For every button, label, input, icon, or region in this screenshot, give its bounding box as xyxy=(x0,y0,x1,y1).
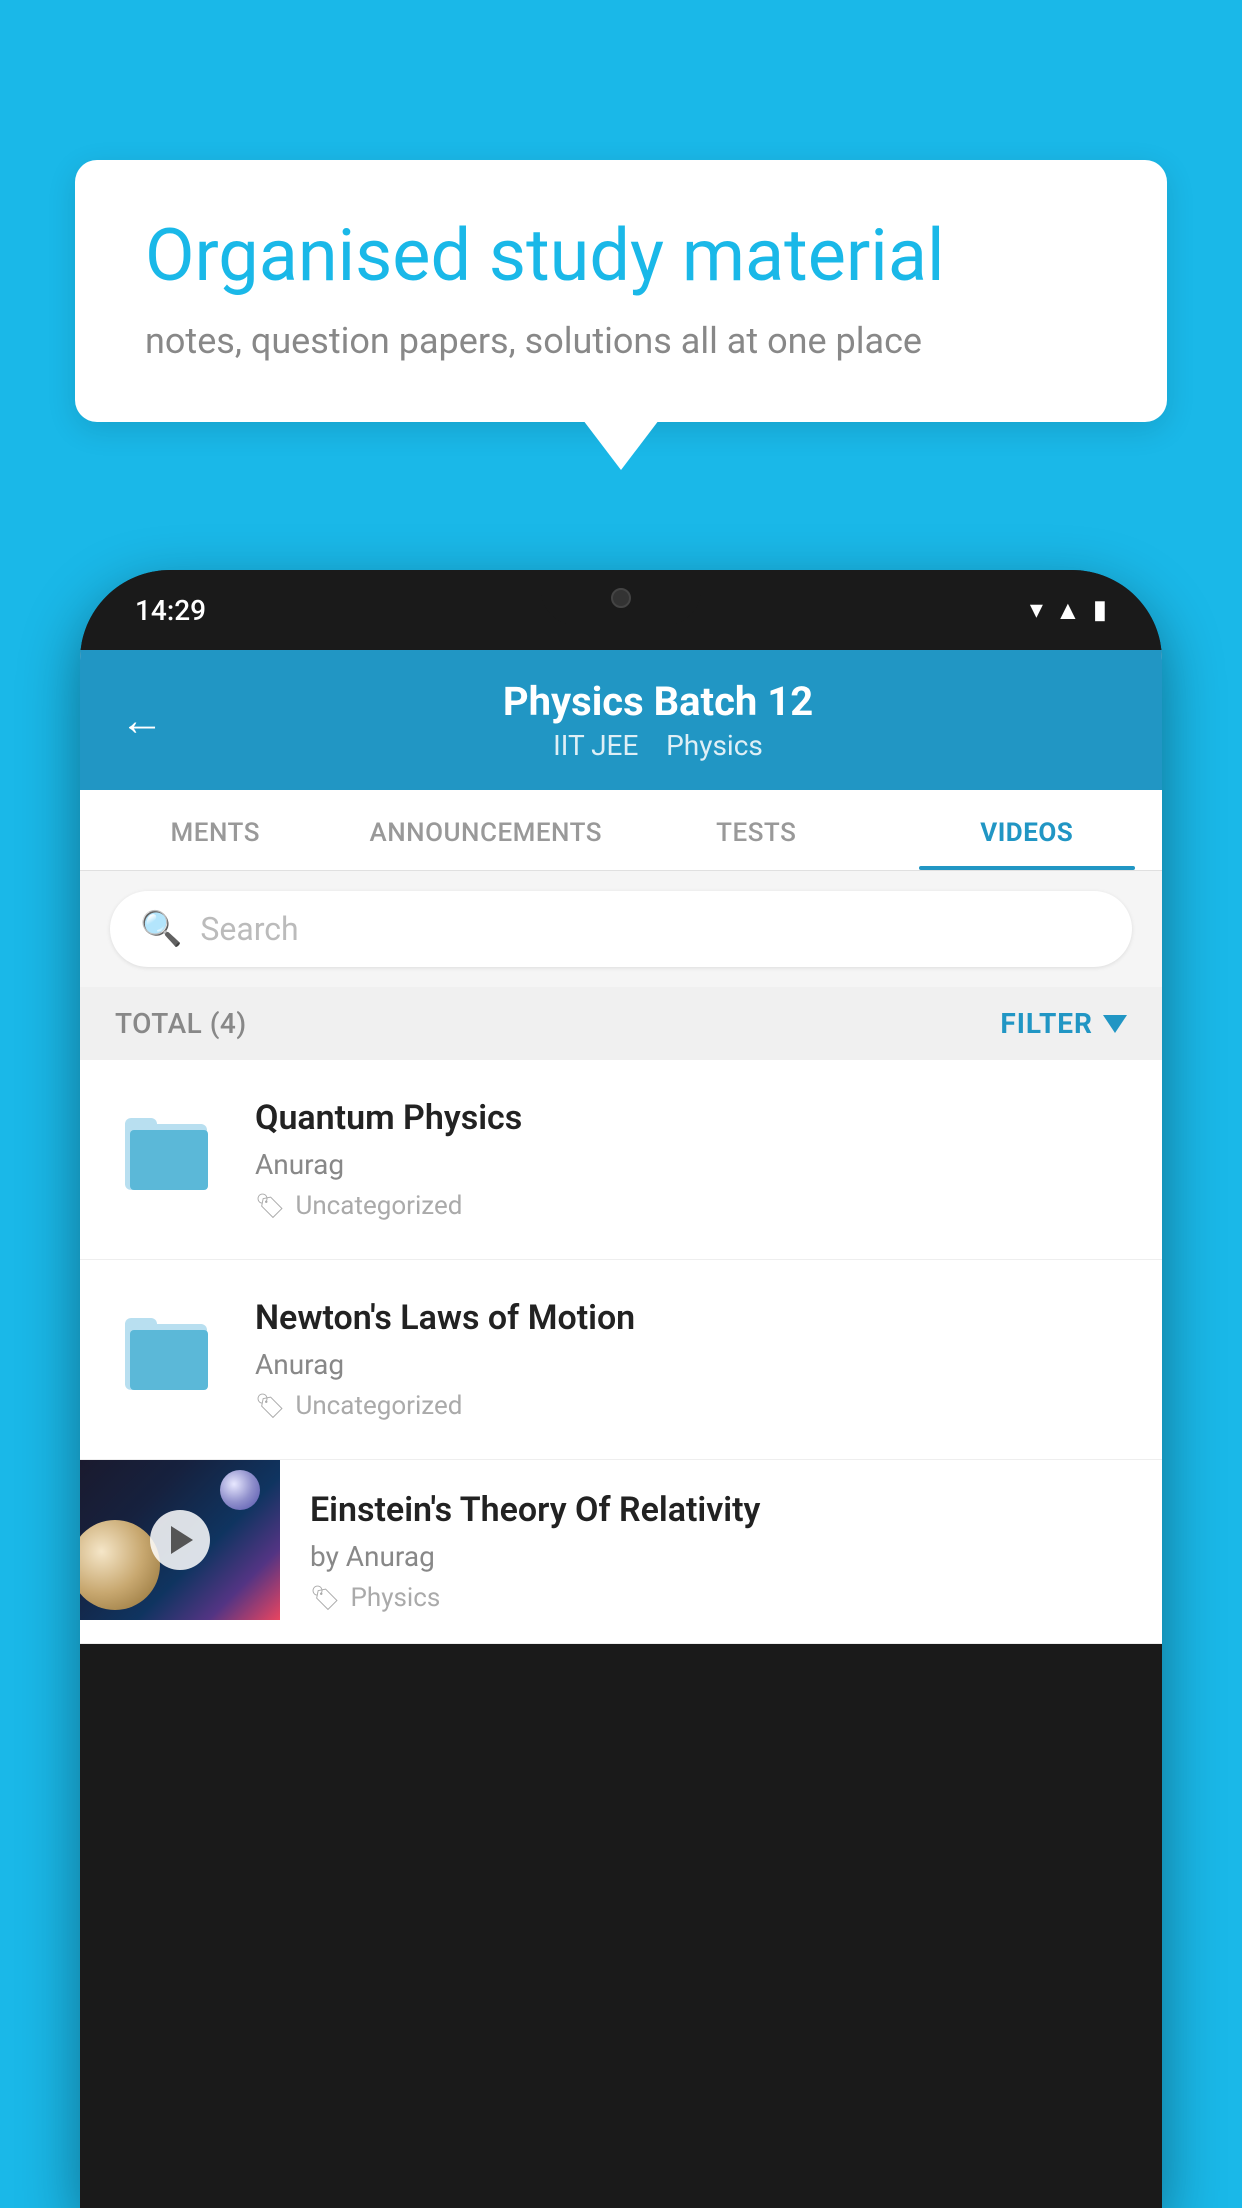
filter-label: FILTER xyxy=(1000,1007,1093,1040)
tab-videos[interactable]: VIDEOS xyxy=(892,790,1163,870)
header-subtitle-part2: Physics xyxy=(666,729,763,762)
search-container: 🔍 Search xyxy=(80,871,1162,987)
video-title: Quantum Physics xyxy=(255,1098,1127,1138)
play-icon xyxy=(171,1526,193,1554)
folder-icon xyxy=(125,1110,215,1196)
filter-icon xyxy=(1103,1015,1127,1033)
list-item[interactable]: Einstein's Theory Of Relativity by Anura… xyxy=(80,1460,1162,1644)
tab-announcements[interactable]: ANNOUNCEMENTS xyxy=(351,790,622,870)
header-title: Physics Batch 12 xyxy=(194,678,1122,725)
header-subtitle-part1: IIT JEE xyxy=(553,729,638,762)
status-icons: ▾ ▲ ▮ xyxy=(1030,595,1107,626)
tab-ments[interactable]: MENTS xyxy=(80,790,351,870)
video-title: Newton's Laws of Motion xyxy=(255,1298,1127,1338)
wifi-icon: ▾ xyxy=(1030,595,1043,625)
video-tag-row: 🏷 Uncategorized xyxy=(255,1191,1127,1221)
phone-frame: 14:29 ▾ ▲ ▮ ← Physics Batch 12 IIT JEE P… xyxy=(80,570,1162,2208)
folder-svg xyxy=(125,1310,215,1396)
folder-icon xyxy=(125,1310,215,1396)
video-info: Einstein's Theory Of Relativity by Anura… xyxy=(280,1460,1162,1643)
phone-screen: ← Physics Batch 12 IIT JEE Physics MENTS… xyxy=(80,650,1162,1644)
header-center: Physics Batch 12 IIT JEE Physics xyxy=(194,678,1122,762)
search-box[interactable]: 🔍 Search xyxy=(110,891,1132,967)
filter-button[interactable]: FILTER xyxy=(1000,1007,1127,1040)
tag-icon: 🏷 xyxy=(310,1584,340,1612)
bubble-subtitle: notes, question papers, solutions all at… xyxy=(145,320,1097,362)
speech-bubble: Organised study material notes, question… xyxy=(75,160,1167,422)
video-list: Quantum Physics Anurag 🏷 Uncategorized xyxy=(80,1060,1162,1644)
list-item[interactable]: Newton's Laws of Motion Anurag 🏷 Uncateg… xyxy=(80,1260,1162,1460)
status-bar: 14:29 ▾ ▲ ▮ xyxy=(80,570,1162,650)
video-info: Quantum Physics Anurag 🏷 Uncategorized xyxy=(255,1098,1127,1221)
total-label: TOTAL (4) xyxy=(115,1007,247,1040)
folder-thumb xyxy=(115,1298,225,1408)
video-tag-row: 🏷 Physics xyxy=(310,1583,1132,1613)
video-author: Anurag xyxy=(255,1148,1127,1181)
tag-icon: 🏷 xyxy=(255,1192,285,1220)
bubble-title: Organised study material xyxy=(145,215,1097,298)
battery-icon: ▮ xyxy=(1093,595,1107,625)
video-thumbnail xyxy=(80,1460,280,1620)
phone-notch xyxy=(541,570,701,625)
video-tag: Uncategorized xyxy=(295,1191,462,1221)
search-icon: 🔍 xyxy=(140,909,182,949)
video-tag: Physics xyxy=(350,1583,440,1613)
video-author: by Anurag xyxy=(310,1540,1132,1573)
play-button[interactable] xyxy=(150,1510,210,1570)
tabs-bar: MENTS ANNOUNCEMENTS TESTS VIDEOS xyxy=(80,790,1162,871)
list-item[interactable]: Quantum Physics Anurag 🏷 Uncategorized xyxy=(80,1060,1162,1260)
folder-thumb xyxy=(115,1098,225,1208)
planet-2 xyxy=(220,1470,260,1510)
tag-icon: 🏷 xyxy=(255,1392,285,1420)
planet-1 xyxy=(80,1520,160,1610)
tab-tests[interactable]: TESTS xyxy=(621,790,892,870)
video-info: Newton's Laws of Motion Anurag 🏷 Uncateg… xyxy=(255,1298,1127,1421)
app-header: ← Physics Batch 12 IIT JEE Physics xyxy=(80,650,1162,790)
video-author: Anurag xyxy=(255,1348,1127,1381)
status-time: 14:29 xyxy=(135,594,206,627)
search-placeholder: Search xyxy=(200,910,298,948)
folder-svg xyxy=(125,1110,215,1196)
video-tag: Uncategorized xyxy=(295,1391,462,1421)
video-title: Einstein's Theory Of Relativity xyxy=(310,1490,1132,1530)
camera-dot xyxy=(611,588,631,608)
signal-icon: ▲ xyxy=(1055,595,1081,626)
video-tag-row: 🏷 Uncategorized xyxy=(255,1391,1127,1421)
header-subtitle: IIT JEE Physics xyxy=(194,729,1122,762)
back-button[interactable]: ← xyxy=(120,694,164,746)
filter-bar: TOTAL (4) FILTER xyxy=(80,987,1162,1060)
